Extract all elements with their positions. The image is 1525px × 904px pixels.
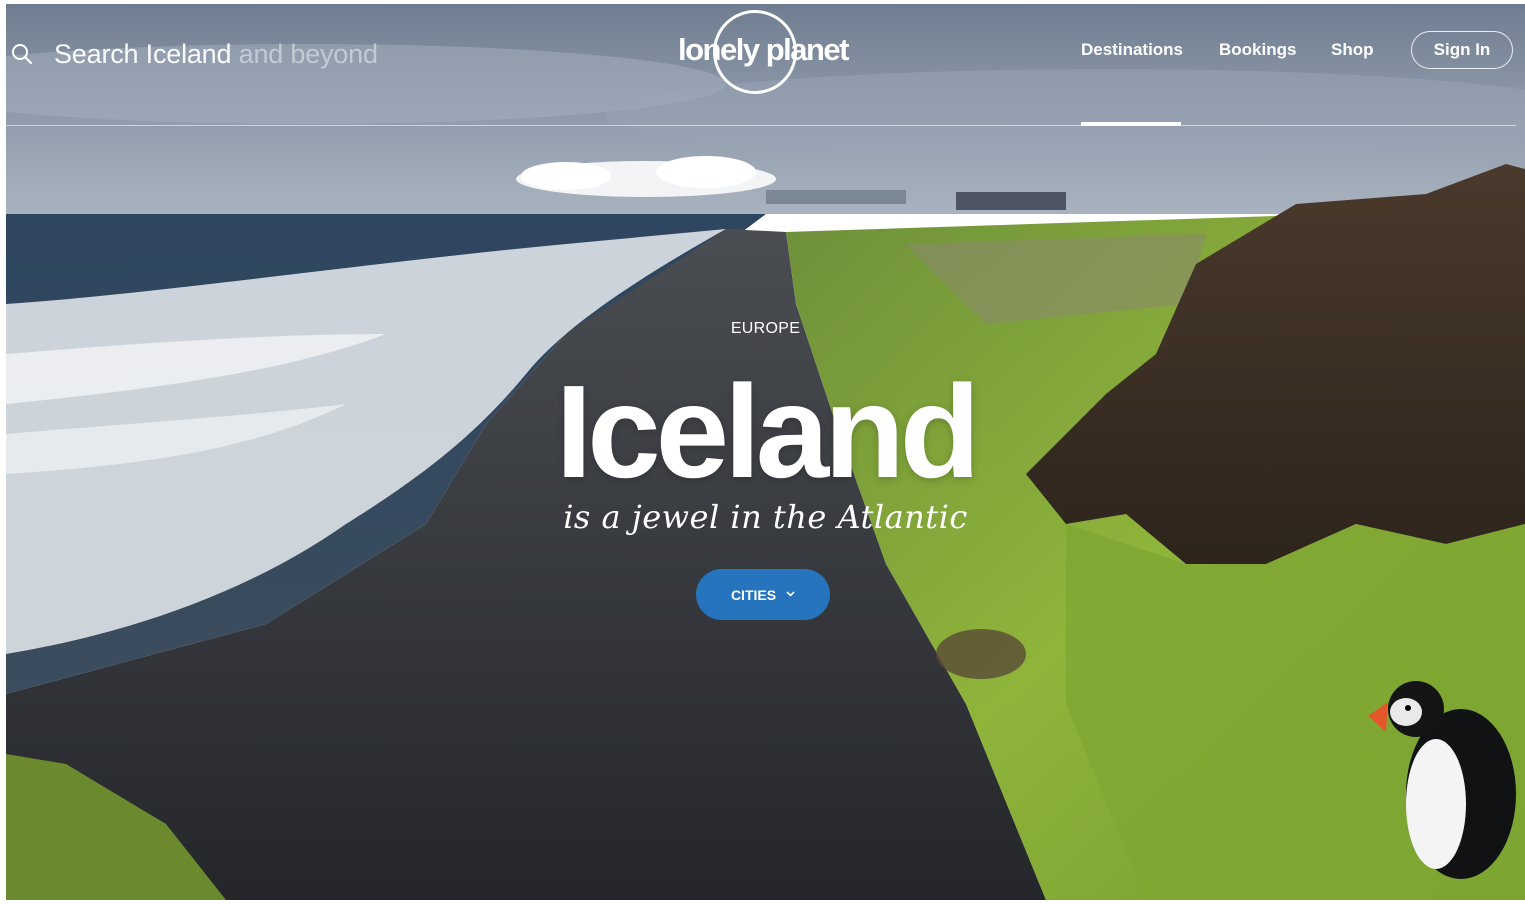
tagline: is a jewel in the Atlantic [563, 498, 968, 536]
nav-active-indicator [1081, 122, 1181, 126]
search-placeholder-primary: Search Iceland [54, 38, 232, 69]
cities-dropdown-button[interactable]: CITIES [696, 569, 830, 620]
search-input[interactable]: Search Iceland and beyond [54, 39, 378, 70]
search-icon[interactable] [10, 42, 34, 66]
chevron-down-icon [786, 589, 795, 600]
cities-label: CITIES [730, 586, 777, 603]
search-bar[interactable]: Search Iceland and beyond [10, 34, 378, 74]
logo-text: lonely planet [678, 32, 849, 67]
page-title: Iceland [555, 358, 981, 505]
page-frame: Search Iceland and beyond lonely planet … [6, 4, 1525, 900]
region-label[interactable]: EUROPE [6, 320, 1525, 338]
nav-shop[interactable]: Shop [1331, 40, 1374, 60]
nav-bookings[interactable]: Bookings [1219, 40, 1296, 60]
sign-in-button[interactable]: Sign In [1411, 31, 1513, 69]
header-divider [6, 125, 1516, 126]
hero-background: Search Iceland and beyond lonely planet … [6, 4, 1525, 900]
lonely-planet-logo[interactable]: lonely planet [678, 10, 849, 96]
search-placeholder-faded: and beyond [231, 38, 378, 69]
nav-destinations[interactable]: Destinations [1081, 40, 1183, 60]
